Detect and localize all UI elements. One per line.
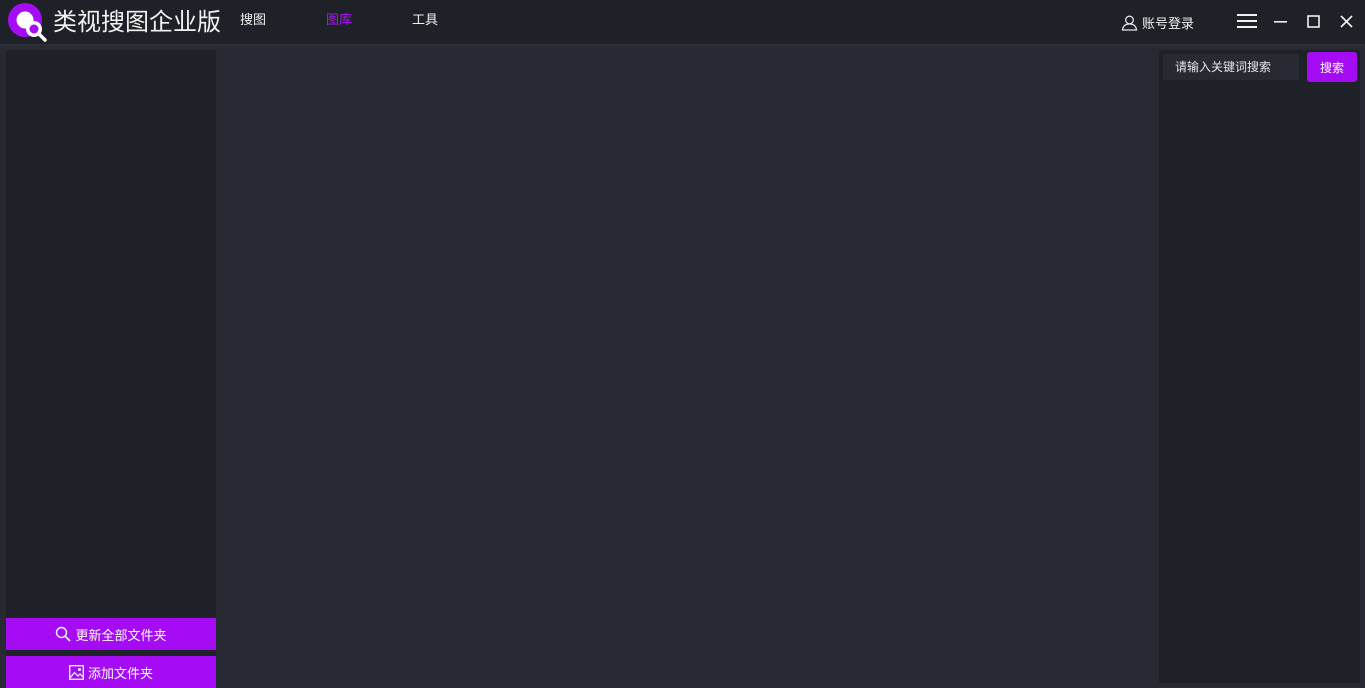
keyword-search-input[interactable] — [1163, 54, 1299, 80]
search-button[interactable]: 搜索 — [1307, 52, 1357, 82]
image-icon — [69, 664, 84, 680]
title-bar: 类视搜图企业版 搜图 图库 工具 账号登录 — [0, 0, 1365, 46]
maximize-button[interactable] — [1301, 10, 1325, 32]
search-results-panel[interactable] — [1159, 50, 1360, 683]
refresh-all-folders-label: 更新全部文件夹 — [75, 628, 167, 644]
hamburger-menu-icon — [1237, 14, 1257, 28]
app-title: 类视搜图企业版 — [53, 8, 221, 36]
folder-tree-panel[interactable] — [6, 50, 216, 683]
close-button[interactable] — [1334, 10, 1358, 32]
close-icon — [1339, 14, 1353, 28]
tab-search-image[interactable]: 搜图 — [240, 12, 266, 30]
maximize-icon — [1306, 14, 1320, 28]
user-icon — [1121, 15, 1138, 31]
add-folder-label: 添加文件夹 — [87, 666, 153, 682]
magnifier-logo-icon — [8, 3, 47, 42]
minimize-icon — [1273, 20, 1287, 23]
gallery-content-area[interactable] — [216, 48, 1158, 683]
search-icon — [56, 626, 72, 642]
login-button[interactable]: 账号登录 — [1121, 12, 1194, 32]
menu-button[interactable] — [1235, 10, 1259, 32]
tab-gallery[interactable]: 图库 — [326, 12, 352, 30]
login-label: 账号登录 — [1142, 16, 1195, 32]
tab-tools[interactable]: 工具 — [412, 12, 438, 30]
refresh-all-folders-button[interactable]: 更新全部文件夹 — [6, 618, 216, 650]
add-folder-button[interactable]: 添加文件夹 — [6, 656, 216, 688]
minimize-button[interactable] — [1268, 10, 1292, 32]
